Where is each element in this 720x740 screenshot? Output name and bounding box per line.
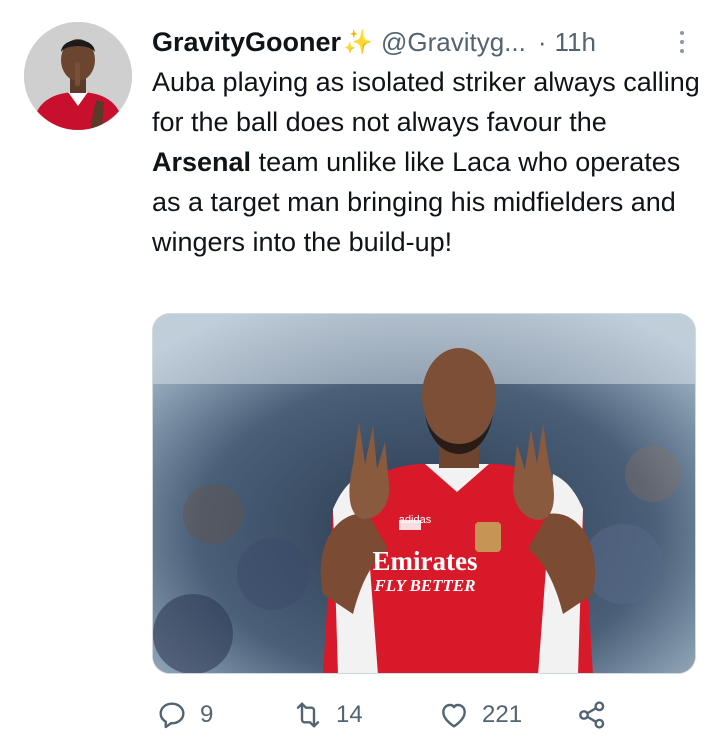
heart-icon xyxy=(442,703,466,728)
author-display-name[interactable]: GravityGooner xyxy=(152,27,341,58)
tweet-text-bold: Arsenal xyxy=(152,147,252,177)
shirt-brand: adidas xyxy=(398,514,432,526)
shirt-slogan: FLY BETTER xyxy=(374,576,476,595)
separator-dot: · xyxy=(537,26,547,57)
retweet-button[interactable]: 14 xyxy=(292,695,363,735)
retweet-icon xyxy=(296,702,320,728)
tweet-timestamp[interactable]: 11h xyxy=(555,27,596,58)
author-avatar[interactable] xyxy=(24,22,132,130)
reply-count: 9 xyxy=(200,701,214,728)
shirt-sponsor: Emirates xyxy=(372,546,478,576)
tweet-text-part: Auba playing as isolated striker always … xyxy=(152,67,700,137)
tweet-card[interactable]: GravityGooner ✨ @Gravityg... · 11h Auba … xyxy=(0,0,720,740)
tweet-text: Auba playing as isolated striker always … xyxy=(152,62,700,262)
reply-icon xyxy=(159,702,185,729)
player-photo xyxy=(153,314,695,673)
like-count: 221 xyxy=(482,701,523,728)
more-options-icon[interactable] xyxy=(667,24,697,60)
tweet-media-photo[interactable]: Emirates FLY BETTER adidas xyxy=(152,313,696,674)
author-handle[interactable]: @Gravityg... xyxy=(381,27,526,58)
tweet-header: GravityGooner ✨ @Gravityg... · 11h xyxy=(152,22,697,62)
retweet-count: 14 xyxy=(336,701,363,728)
share-button[interactable] xyxy=(576,695,608,735)
like-button[interactable]: 221 xyxy=(438,695,522,735)
reply-button[interactable]: 9 xyxy=(156,695,213,735)
sparkles-emoji: ✨ xyxy=(343,28,373,56)
tweet-actions-bar: 9 14 221 xyxy=(152,695,712,735)
avatar-image xyxy=(24,22,132,130)
share-icon xyxy=(579,701,605,729)
